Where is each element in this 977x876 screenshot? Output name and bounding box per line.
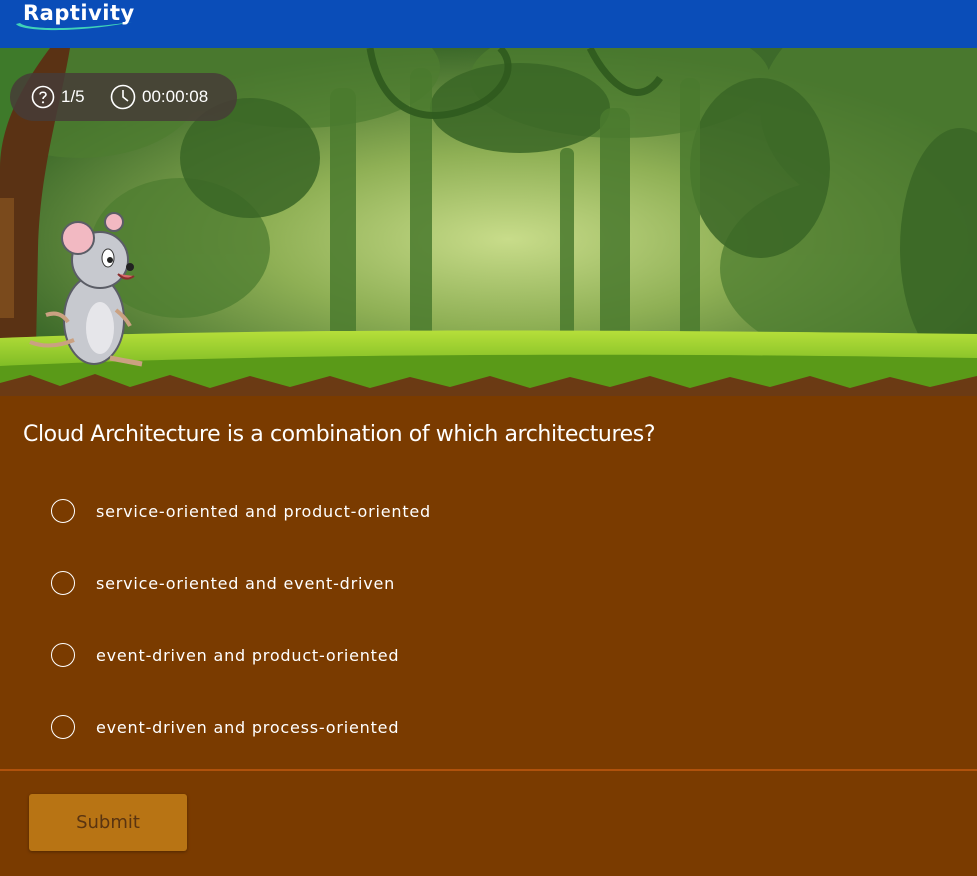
question-circle-icon [31, 85, 55, 109]
divider [0, 769, 977, 771]
answer-option-3[interactable]: event-driven and product-oriented [51, 640, 399, 670]
radio-button[interactable] [51, 499, 75, 523]
answer-option-label: event-driven and process-oriented [96, 717, 400, 737]
answer-option-label: service-oriented and event-driven [96, 573, 396, 593]
timer: 00:00:08 [110, 73, 208, 121]
timer-text: 00:00:08 [142, 87, 209, 106]
status-pill: 1/5 00:00:08 [10, 73, 237, 121]
answer-option-1[interactable]: service-oriented and product-oriented [51, 496, 431, 526]
progress-text: 1/5 [61, 87, 85, 106]
answer-option-2[interactable]: service-oriented and event-driven [51, 568, 395, 598]
brand-name: Raptivity [23, 1, 135, 25]
submit-button[interactable]: Submit [29, 794, 187, 851]
answer-option-label: service-oriented and product-oriented [96, 501, 432, 521]
top-bar: Raptivity [0, 0, 977, 48]
clock-icon [110, 84, 136, 110]
radio-button[interactable] [51, 643, 75, 667]
raptivity-logo: Raptivity [14, 0, 154, 36]
progress-indicator: 1/5 [31, 73, 85, 121]
radio-button[interactable] [51, 571, 75, 595]
answer-option-4[interactable]: event-driven and process-oriented [51, 712, 399, 742]
quiz-panel: Cloud Architecture is a combination of w… [0, 396, 977, 876]
radio-button[interactable] [51, 715, 75, 739]
question-text: Cloud Architecture is a combination of w… [23, 422, 656, 447]
answer-option-label: event-driven and product-oriented [96, 645, 400, 665]
